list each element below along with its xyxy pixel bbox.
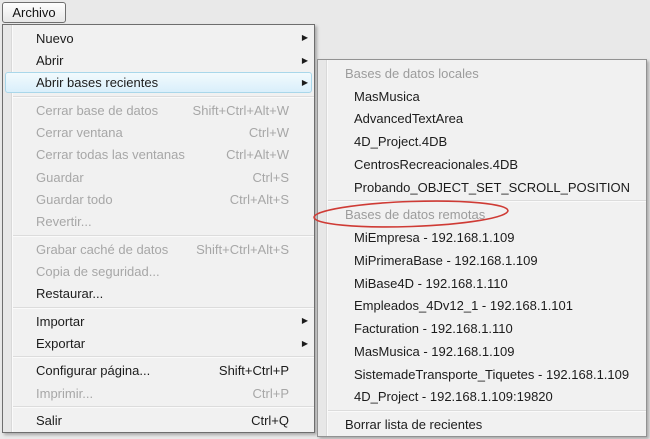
menu-item-importar[interactable]: Importar▶ — [3, 310, 314, 332]
menu-item-revertir: Revertir... — [3, 211, 314, 233]
shortcut-label: Ctrl+S — [253, 170, 295, 185]
menu-item-cerrar-ventana: Cerrar ventanaCtrl+W — [3, 121, 314, 143]
menu-item-guardar: GuardarCtrl+S — [3, 166, 314, 188]
menu-item-label: 4D_Project.4DB — [354, 134, 636, 149]
shortcut-label: Ctrl+P — [253, 386, 295, 401]
menu-item-advancedtextarea[interactable]: AdvancedTextArea — [318, 108, 646, 131]
recent-databases-rows: Bases de datos locales MasMusica AdvancedT… — [318, 60, 646, 438]
menu-item-abrir[interactable]: Abrir▶ — [3, 49, 314, 71]
menubar-archivo-button[interactable]: Archivo — [2, 2, 66, 23]
menu-item-label: Restaurar... — [36, 286, 295, 301]
submenu-arrow-icon: ▶ — [295, 34, 308, 42]
menu-item-exportar[interactable]: Exportar▶ — [3, 332, 314, 354]
submenu-section-header-bases-de-datos-remotas: Bases de datos remotas — [318, 204, 646, 227]
menu-item-label: Grabar caché de datos — [36, 242, 196, 257]
menu-item-label: 4D_Project - 192.168.1.109:19820 — [354, 389, 636, 404]
submenu-arrow-icon: ▶ — [295, 317, 308, 325]
menu-item-facturation-192-168-1-110[interactable]: Facturation - 192.168.1.110 — [318, 317, 646, 340]
submenu-arrow-icon: ▶ — [295, 79, 308, 87]
menu-item-label: Bases de datos locales — [345, 66, 636, 81]
shortcut-label: Ctrl+Alt+W — [226, 147, 295, 162]
menu-item-label: Abrir — [36, 53, 295, 68]
menu-separator — [328, 200, 646, 202]
menu-item-label: CentrosRecreacionales.4DB — [354, 157, 636, 172]
menu-item-4d-project-4db[interactable]: 4D_Project.4DB — [318, 130, 646, 153]
menu-item-label: Imprimir... — [36, 386, 253, 401]
menu-item-label: MiBase4D - 192.168.1.110 — [354, 276, 636, 291]
menu-separator — [13, 406, 314, 408]
menu-item-label: Bases de datos remotas — [345, 207, 636, 222]
menu-item-label: Borrar lista de recientes — [345, 417, 636, 432]
menu-item-configurar-p-gina[interactable]: Configurar página...Shift+Ctrl+P — [3, 360, 314, 382]
menu-item-label: Salir — [36, 413, 251, 428]
menu-item-miempresa-192-168-1-109[interactable]: MiEmpresa - 192.168.1.109 — [318, 226, 646, 249]
menu-item-label: Empleados_4Dv12_1 - 192.168.1.101 — [354, 298, 636, 313]
menu-item-label: MiPrimeraBase - 192.168.1.109 — [354, 253, 636, 268]
menu-item-centrosrecreacionales-4db[interactable]: CentrosRecreacionales.4DB — [318, 153, 646, 176]
menu-item-label: SistemadeTransporte_Tiquetes - 192.168.1… — [354, 367, 636, 382]
screen: Archivo Nuevo▶Abrir▶Abrir bases reciente… — [0, 0, 650, 439]
file-menu-rows: Nuevo▶Abrir▶Abrir bases recientes▶Cerrar… — [3, 25, 314, 434]
menu-item-restaurar[interactable]: Restaurar... — [3, 283, 314, 305]
menu-item-label: AdvancedTextArea — [354, 111, 636, 126]
menu-item-label: Revertir... — [36, 214, 295, 229]
menu-item-label: MasMusica — [354, 89, 636, 104]
menu-separator — [328, 410, 646, 412]
menu-item-label: Guardar todo — [36, 192, 230, 207]
menu-item-label: Cerrar todas las ventanas — [36, 147, 226, 162]
shortcut-label: Ctrl+Q — [251, 413, 295, 428]
menu-item-masmusica-192-168-1-109[interactable]: MasMusica - 192.168.1.109 — [318, 340, 646, 363]
menu-item-imprimir: Imprimir...Ctrl+P — [3, 382, 314, 404]
menu-item-label: Copia de seguridad... — [36, 264, 295, 279]
shortcut-label: Shift+Ctrl+Alt+S — [196, 242, 295, 257]
menu-item-label: Nuevo — [36, 31, 295, 46]
menu-item-label: Importar — [36, 314, 295, 329]
menu-item-empleados-4dv12-1-192-168-1-101[interactable]: Empleados_4Dv12_1 - 192.168.1.101 — [318, 295, 646, 318]
shortcut-label: Shift+Ctrl+P — [219, 363, 295, 378]
menu-item-grabar-cach-de-datos: Grabar caché de datosShift+Ctrl+Alt+S — [3, 238, 314, 260]
menu-item-nuevo[interactable]: Nuevo▶ — [3, 27, 314, 49]
recent-databases-submenu: Bases de datos locales MasMusica AdvancedT… — [317, 59, 647, 437]
menu-item-mibase4d-192-168-1-110[interactable]: MiBase4D - 192.168.1.110 — [318, 272, 646, 295]
menu-item-label: Configurar página... — [36, 363, 219, 378]
menu-item-salir[interactable]: SalirCtrl+Q — [3, 410, 314, 432]
menu-item-label: Probando_OBJECT_SET_SCROLL_POSITION — [354, 180, 636, 195]
menu-item-borrar-lista-de-recientes[interactable]: Borrar lista de recientes — [318, 413, 646, 436]
menu-separator — [13, 307, 314, 309]
menu-item-sistemadetransporte-tiquetes-192-168-1-109[interactable]: SistemadeTransporte_Tiquetes - 192.168.1… — [318, 363, 646, 386]
menu-item-4d-project-192-168-1-109-19820[interactable]: 4D_Project - 192.168.1.109:19820 — [318, 386, 646, 409]
menu-separator — [13, 96, 314, 98]
file-menu: Nuevo▶Abrir▶Abrir bases recientes▶Cerrar… — [2, 24, 315, 433]
menu-item-probando-object-set-scroll-position[interactable]: Probando_OBJECT_SET_SCROLL_POSITION — [318, 176, 646, 199]
menu-item-label: Cerrar base de datos — [36, 103, 193, 118]
menu-item-label: Abrir bases recientes — [36, 75, 295, 90]
menu-item-guardar-todo: Guardar todoCtrl+Alt+S — [3, 188, 314, 210]
shortcut-label: Ctrl+W — [249, 125, 295, 140]
menu-item-label: Cerrar ventana — [36, 125, 249, 140]
menu-item-label: Guardar — [36, 170, 253, 185]
menu-item-copia-de-seguridad: Copia de seguridad... — [3, 260, 314, 282]
menu-item-abrir-bases-recientes[interactable]: Abrir bases recientes▶ — [3, 72, 314, 94]
menu-item-label: Exportar — [36, 336, 295, 351]
submenu-arrow-icon: ▶ — [295, 57, 308, 65]
submenu-arrow-icon: ▶ — [295, 340, 308, 348]
menu-item-label: MiEmpresa - 192.168.1.109 — [354, 230, 636, 245]
menu-item-cerrar-base-de-datos: Cerrar base de datosShift+Ctrl+Alt+W — [3, 99, 314, 121]
menu-item-label: Facturation - 192.168.1.110 — [354, 321, 636, 336]
menu-separator — [13, 235, 314, 237]
submenu-section-header-bases-de-datos-locales: Bases de datos locales — [318, 62, 646, 85]
menu-separator — [13, 356, 314, 358]
menu-item-label: MasMusica - 192.168.1.109 — [354, 344, 636, 359]
menu-item-miprimerabase-192-168-1-109[interactable]: MiPrimeraBase - 192.168.1.109 — [318, 249, 646, 272]
menu-item-cerrar-todas-las-ventanas: Cerrar todas las ventanasCtrl+Alt+W — [3, 144, 314, 166]
menu-item-masmusica[interactable]: MasMusica — [318, 85, 646, 108]
shortcut-label: Ctrl+Alt+S — [230, 192, 295, 207]
shortcut-label: Shift+Ctrl+Alt+W — [193, 103, 295, 118]
